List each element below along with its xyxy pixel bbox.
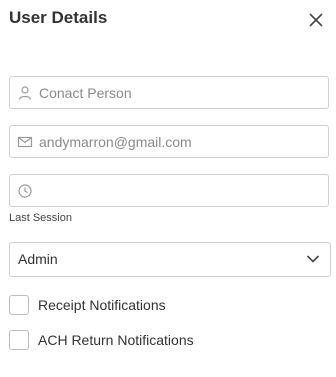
role-select[interactable]: Admin <box>9 242 331 277</box>
email-field[interactable]: andymarron@gmail.com <box>9 125 329 158</box>
mail-icon <box>17 136 33 148</box>
chevron-down-icon <box>306 255 320 263</box>
user-details-panel: User Details andymarron@gmail.com Last S… <box>0 0 336 377</box>
role-selected-value: Admin <box>18 251 58 267</box>
last-session-label: Last Session <box>9 212 72 224</box>
checkbox-label: Receipt Notifications <box>38 297 166 313</box>
contact-person-input[interactable] <box>39 77 319 108</box>
last-session-field[interactable] <box>9 174 329 207</box>
page-title: User Details <box>9 8 108 27</box>
checkbox-box[interactable] <box>9 295 29 315</box>
clock-icon <box>18 184 32 198</box>
checkbox-label: ACH Return Notifications <box>38 332 194 348</box>
checkbox-box[interactable] <box>9 330 29 350</box>
close-icon[interactable] <box>308 12 324 28</box>
contact-person-field[interactable] <box>9 76 329 109</box>
email-value: andymarron@gmail.com <box>39 134 192 150</box>
person-icon <box>18 86 32 100</box>
